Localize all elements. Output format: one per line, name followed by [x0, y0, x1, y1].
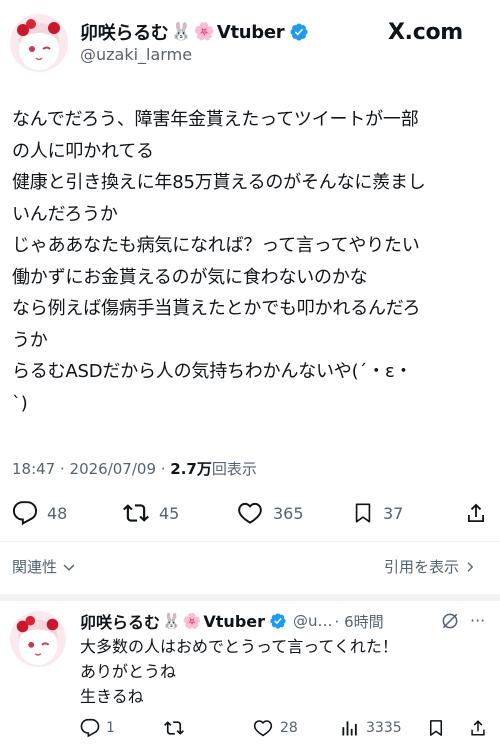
reply-text: 大多数の人はおめでとうって言ってくれた！ ありがとうね 生きるね: [80, 634, 398, 709]
view-quotes-label: 引用を表示: [384, 558, 460, 576]
reply-author-row[interactable]: 卯咲らるむ 🐰 🌸 Vtuber @u… · 6時間: [80, 609, 384, 633]
tweet-line: なんでだろう、障害年金貰えたってツイートが一部: [12, 109, 419, 130]
tweet-meta: 18:47 · 2026/07/09 · 2.7万回表示: [12, 458, 257, 479]
reply-count: 48: [47, 503, 68, 523]
tweet-line: `): [12, 392, 28, 414]
reply-share-button[interactable]: [468, 718, 488, 738]
tweet-line: うか: [12, 329, 48, 351]
reply-name-suffix: Vtuber: [203, 611, 266, 631]
bookmark-icon: [355, 503, 371, 523]
tweet-line: の人に叩かれてる: [12, 140, 154, 162]
reply-line: 大多数の人はおめでとうって言ってくれた！: [80, 637, 398, 656]
reply-time: · 6時間: [334, 612, 384, 631]
reply-display-name: 卯咲らるむ: [80, 613, 161, 632]
share-icon: [471, 720, 485, 736]
rabbit-emoji-icon: 🐰: [162, 612, 181, 630]
avatar[interactable]: [10, 14, 68, 72]
reply-views-button[interactable]: 3335: [340, 718, 402, 738]
tweet-line: なら例えば傷病手当貰えたとかでも叩かれるんだろ: [12, 298, 421, 319]
tweet-line: 働かずにお金貰えるのが気に食わないのかな: [12, 266, 368, 288]
author-handle[interactable]: @uzaki_larme: [80, 45, 192, 64]
tweet-line: じゃああなたも病気になれば？って言ってやりたい: [12, 235, 420, 256]
tweet-timestamp[interactable]: 18:47 · 2026/07/09 ·: [12, 460, 170, 478]
author-display-name: 卯咲らるむ: [80, 23, 169, 44]
heart-icon: [253, 720, 273, 737]
retweet-count: 45: [159, 503, 180, 523]
reply-handle: @u…: [293, 612, 333, 630]
reply-view-count: 3335: [366, 720, 402, 736]
retweet-icon: [164, 721, 184, 735]
view-count: 2.7万: [170, 460, 212, 478]
reply-icon: [80, 718, 100, 738]
bookmark-count: 37: [383, 503, 404, 523]
view-count-label: 回表示: [211, 460, 257, 478]
view-quotes-link[interactable]: 引用を表示: [384, 556, 476, 577]
like-count: 365: [273, 503, 304, 523]
flower-emoji-icon: 🌸: [193, 22, 215, 42]
relevance-dropdown[interactable]: 関連性: [12, 556, 76, 577]
retweet-button[interactable]: 45: [122, 500, 179, 526]
author-name-row[interactable]: 卯咲らるむ 🐰 🌸 Vtuber: [80, 19, 309, 45]
reply-bookmark-button[interactable]: [427, 718, 445, 738]
retweet-icon: [123, 504, 149, 522]
divider: [0, 594, 500, 601]
chevron-right-icon: [467, 561, 474, 572]
reply-retweet-button[interactable]: [163, 718, 185, 738]
x-logo: X.com: [388, 20, 463, 45]
bookmark-icon: [430, 720, 442, 736]
rabbit-emoji-icon: 🐰: [170, 22, 192, 42]
relevance-label: 関連性: [12, 558, 58, 576]
reply-reply-count: 1: [106, 720, 115, 736]
heart-icon: [238, 502, 262, 524]
verified-badge-icon: [289, 22, 309, 42]
bookmark-button[interactable]: 37: [352, 500, 403, 526]
verified-badge-icon: [269, 612, 287, 630]
share-button[interactable]: [464, 500, 488, 526]
views-chart-icon: [342, 721, 357, 736]
author-name-suffix: Vtuber: [216, 21, 285, 43]
more-options-icon[interactable]: ···: [470, 611, 485, 630]
reply-like-count: 28: [280, 720, 298, 736]
divider: [0, 541, 500, 542]
tweet-line: いんだろうか: [12, 203, 118, 225]
tweet-text: なんでだろう、障害年金貰えたってツイートが一部 の人に叩かれてる 健康と引き換え…: [12, 104, 492, 419]
reply-line: ありがとうね: [80, 662, 177, 681]
like-button[interactable]: 365: [236, 500, 304, 526]
tweet-line: らるむASDだから人の気持ちわかんないや(´・ε・: [12, 361, 413, 382]
reply-line: 生きるね: [80, 687, 144, 706]
reply-reply-button[interactable]: 1: [80, 718, 115, 738]
tweet-line: 健康と引き換えに年85万貰えるのがそんなに羨まし: [12, 172, 426, 193]
share-icon: [468, 503, 484, 522]
grok-icon[interactable]: [440, 611, 460, 635]
reply-icon: [12, 501, 38, 526]
chevron-down-icon: [63, 563, 75, 571]
reply-button[interactable]: 48: [12, 500, 67, 526]
reply-avatar[interactable]: [10, 611, 66, 667]
reply-like-button[interactable]: 28: [252, 718, 298, 738]
flower-emoji-icon: 🌸: [182, 612, 202, 630]
